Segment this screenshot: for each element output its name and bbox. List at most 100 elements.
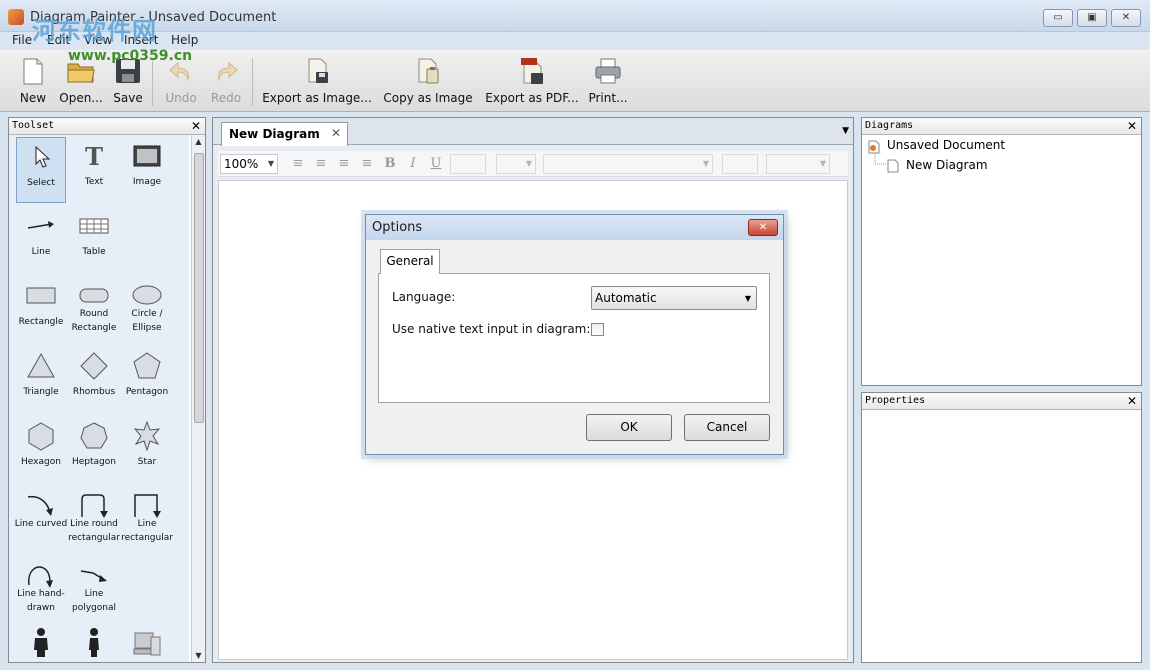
font-color-field[interactable] — [450, 154, 486, 174]
underline-icon[interactable]: U — [428, 156, 444, 172]
cancel-button[interactable]: Cancel — [684, 414, 770, 441]
tool-table[interactable]: Table — [69, 207, 119, 273]
document-icon — [868, 140, 880, 154]
toolset-scrollbar[interactable]: ▲ ▼ — [191, 135, 205, 662]
tree-item-document[interactable]: Unsaved Document — [887, 138, 1005, 152]
minimize-button[interactable]: ▭ — [1043, 9, 1073, 27]
tool-person[interactable] — [16, 623, 66, 662]
title-bar: Diagram Painter - Unsaved Document ▭ ▣ ✕ — [0, 0, 1150, 32]
scrollbar-thumb[interactable] — [194, 153, 204, 423]
align-center-icon[interactable]: ≡ — [313, 156, 329, 172]
new-document-icon — [23, 58, 43, 85]
native-input-checkbox[interactable] — [591, 323, 604, 336]
font-size-field[interactable] — [722, 154, 758, 174]
svg-text:T: T — [85, 142, 103, 171]
diagrams-panel: Diagrams ✕ Unsaved Document New Diagram — [861, 117, 1142, 386]
undo-label: Undo — [165, 91, 197, 105]
copy-image-icon — [418, 58, 439, 84]
image-icon — [133, 145, 161, 167]
export-pdf-button[interactable]: Export as PDF... — [484, 50, 580, 110]
hexagon-icon — [28, 422, 54, 451]
chevron-down-icon: ▼ — [819, 159, 826, 168]
general-tab-page: Language: Automatic ▼ Use native text in… — [378, 273, 770, 403]
tool-rectangle[interactable]: Rectangle — [16, 277, 66, 343]
open-label: Open... — [59, 91, 103, 105]
text-icon: T — [85, 142, 103, 171]
tool-heptagon[interactable]: Heptagon — [69, 417, 119, 483]
scroll-down-icon[interactable]: ▼ — [192, 651, 205, 660]
tree-item-diagram[interactable]: New Diagram — [906, 158, 988, 172]
dialog-title-bar: Options ✕ — [366, 215, 783, 240]
tab-list-dropdown-icon[interactable]: ▼ — [842, 126, 849, 136]
export-image-button[interactable]: Export as Image... — [262, 50, 372, 110]
tool-select[interactable]: Select — [16, 137, 66, 203]
chevron-down-icon: ▼ — [525, 159, 532, 168]
diagrams-close-button[interactable]: ✕ — [1127, 118, 1137, 134]
italic-icon[interactable]: I — [405, 156, 421, 172]
tool-round-rectangle[interactable]: Round Rectangle — [69, 277, 119, 343]
tool-line-rectangular[interactable]: Line rectangular — [121, 487, 173, 553]
close-window-button[interactable]: ✕ — [1111, 9, 1141, 27]
tab-new-diagram[interactable]: New Diagram ✕ — [221, 122, 348, 146]
print-button[interactable]: Print... — [586, 50, 630, 110]
align-left-icon[interactable]: ≡ — [290, 156, 306, 172]
scroll-up-icon[interactable]: ▲ — [192, 137, 205, 146]
toolset-panel: Toolset ✕ Select T Text Image Line Table… — [8, 117, 206, 663]
properties-close-button[interactable]: ✕ — [1127, 393, 1137, 409]
tool-ellipse[interactable]: Circle / Ellipse — [122, 277, 172, 343]
zoom-select[interactable]: 100% ▼ — [220, 154, 278, 174]
tool-line-round-rectangular[interactable]: Line round rectangular — [68, 487, 120, 553]
copy-image-button[interactable]: Copy as Image — [380, 50, 476, 110]
language-select[interactable]: Automatic ▼ — [591, 286, 757, 310]
tool-text[interactable]: T Text — [69, 137, 119, 203]
computer-icon — [133, 632, 161, 656]
tool-computer[interactable] — [122, 623, 172, 662]
bold-icon[interactable]: B — [382, 156, 398, 172]
toolset-title: Toolset — [12, 120, 55, 131]
toolset-close-button[interactable]: ✕ — [191, 118, 201, 134]
language-value: Automatic — [595, 291, 657, 305]
tool-person-2[interactable] — [69, 623, 119, 662]
toolset-grid: Select T Text Image Line Table Rectangle… — [9, 135, 189, 662]
dialog-close-button[interactable]: ✕ — [748, 219, 778, 236]
tool-line-curved[interactable]: Line curved — [15, 487, 67, 553]
menu-help[interactable]: Help — [171, 33, 198, 47]
tool-pentagon[interactable]: Pentagon — [122, 347, 172, 413]
rectangle-icon — [26, 287, 56, 304]
tool-triangle[interactable]: Triangle — [16, 347, 66, 413]
diagrams-header: Diagrams ✕ — [862, 118, 1141, 135]
tab-close-icon[interactable]: ✕ — [331, 126, 341, 140]
redo-label: Redo — [210, 91, 242, 105]
fill-color-select[interactable]: ▼ — [496, 154, 536, 174]
tool-rhombus[interactable]: Rhombus — [69, 347, 119, 413]
person-silhouette-icon — [34, 628, 48, 657]
new-label: New — [19, 91, 47, 105]
redo-arrow-icon — [218, 61, 238, 81]
line-style-select[interactable]: ▼ — [766, 154, 830, 174]
triangle-icon — [27, 352, 55, 378]
tool-line[interactable]: Line — [16, 207, 66, 273]
tool-line-polygonal[interactable]: Line polygonal — [69, 557, 119, 623]
watermark-url: www.pc0359.cn — [68, 48, 193, 64]
chevron-down-icon: ▼ — [267, 159, 274, 168]
maximize-button[interactable]: ▣ — [1077, 9, 1107, 27]
chevron-down-icon: ▼ — [702, 159, 709, 168]
menu-file[interactable]: File — [12, 33, 32, 47]
printer-icon — [595, 58, 621, 84]
justify-icon[interactable]: ≡ — [359, 156, 375, 172]
tool-star[interactable]: Star — [122, 417, 172, 483]
align-right-icon[interactable]: ≡ — [336, 156, 352, 172]
tool-image[interactable]: Image — [122, 137, 172, 203]
person-silhouette-icon — [89, 628, 99, 657]
tab-general[interactable]: General — [380, 249, 440, 274]
tool-hexagon[interactable]: Hexagon — [16, 417, 66, 483]
font-family-select[interactable]: ▼ — [543, 154, 713, 174]
dialog-title: Options — [372, 220, 423, 235]
new-button[interactable]: New — [12, 50, 54, 110]
redo-button[interactable]: Redo — [205, 50, 247, 110]
ok-button[interactable]: OK — [586, 414, 672, 441]
table-icon — [79, 218, 109, 234]
tool-line-hand-drawn[interactable]: Line hand-drawn — [16, 557, 66, 623]
chevron-down-icon: ▼ — [744, 294, 751, 303]
properties-header: Properties ✕ — [862, 393, 1141, 410]
